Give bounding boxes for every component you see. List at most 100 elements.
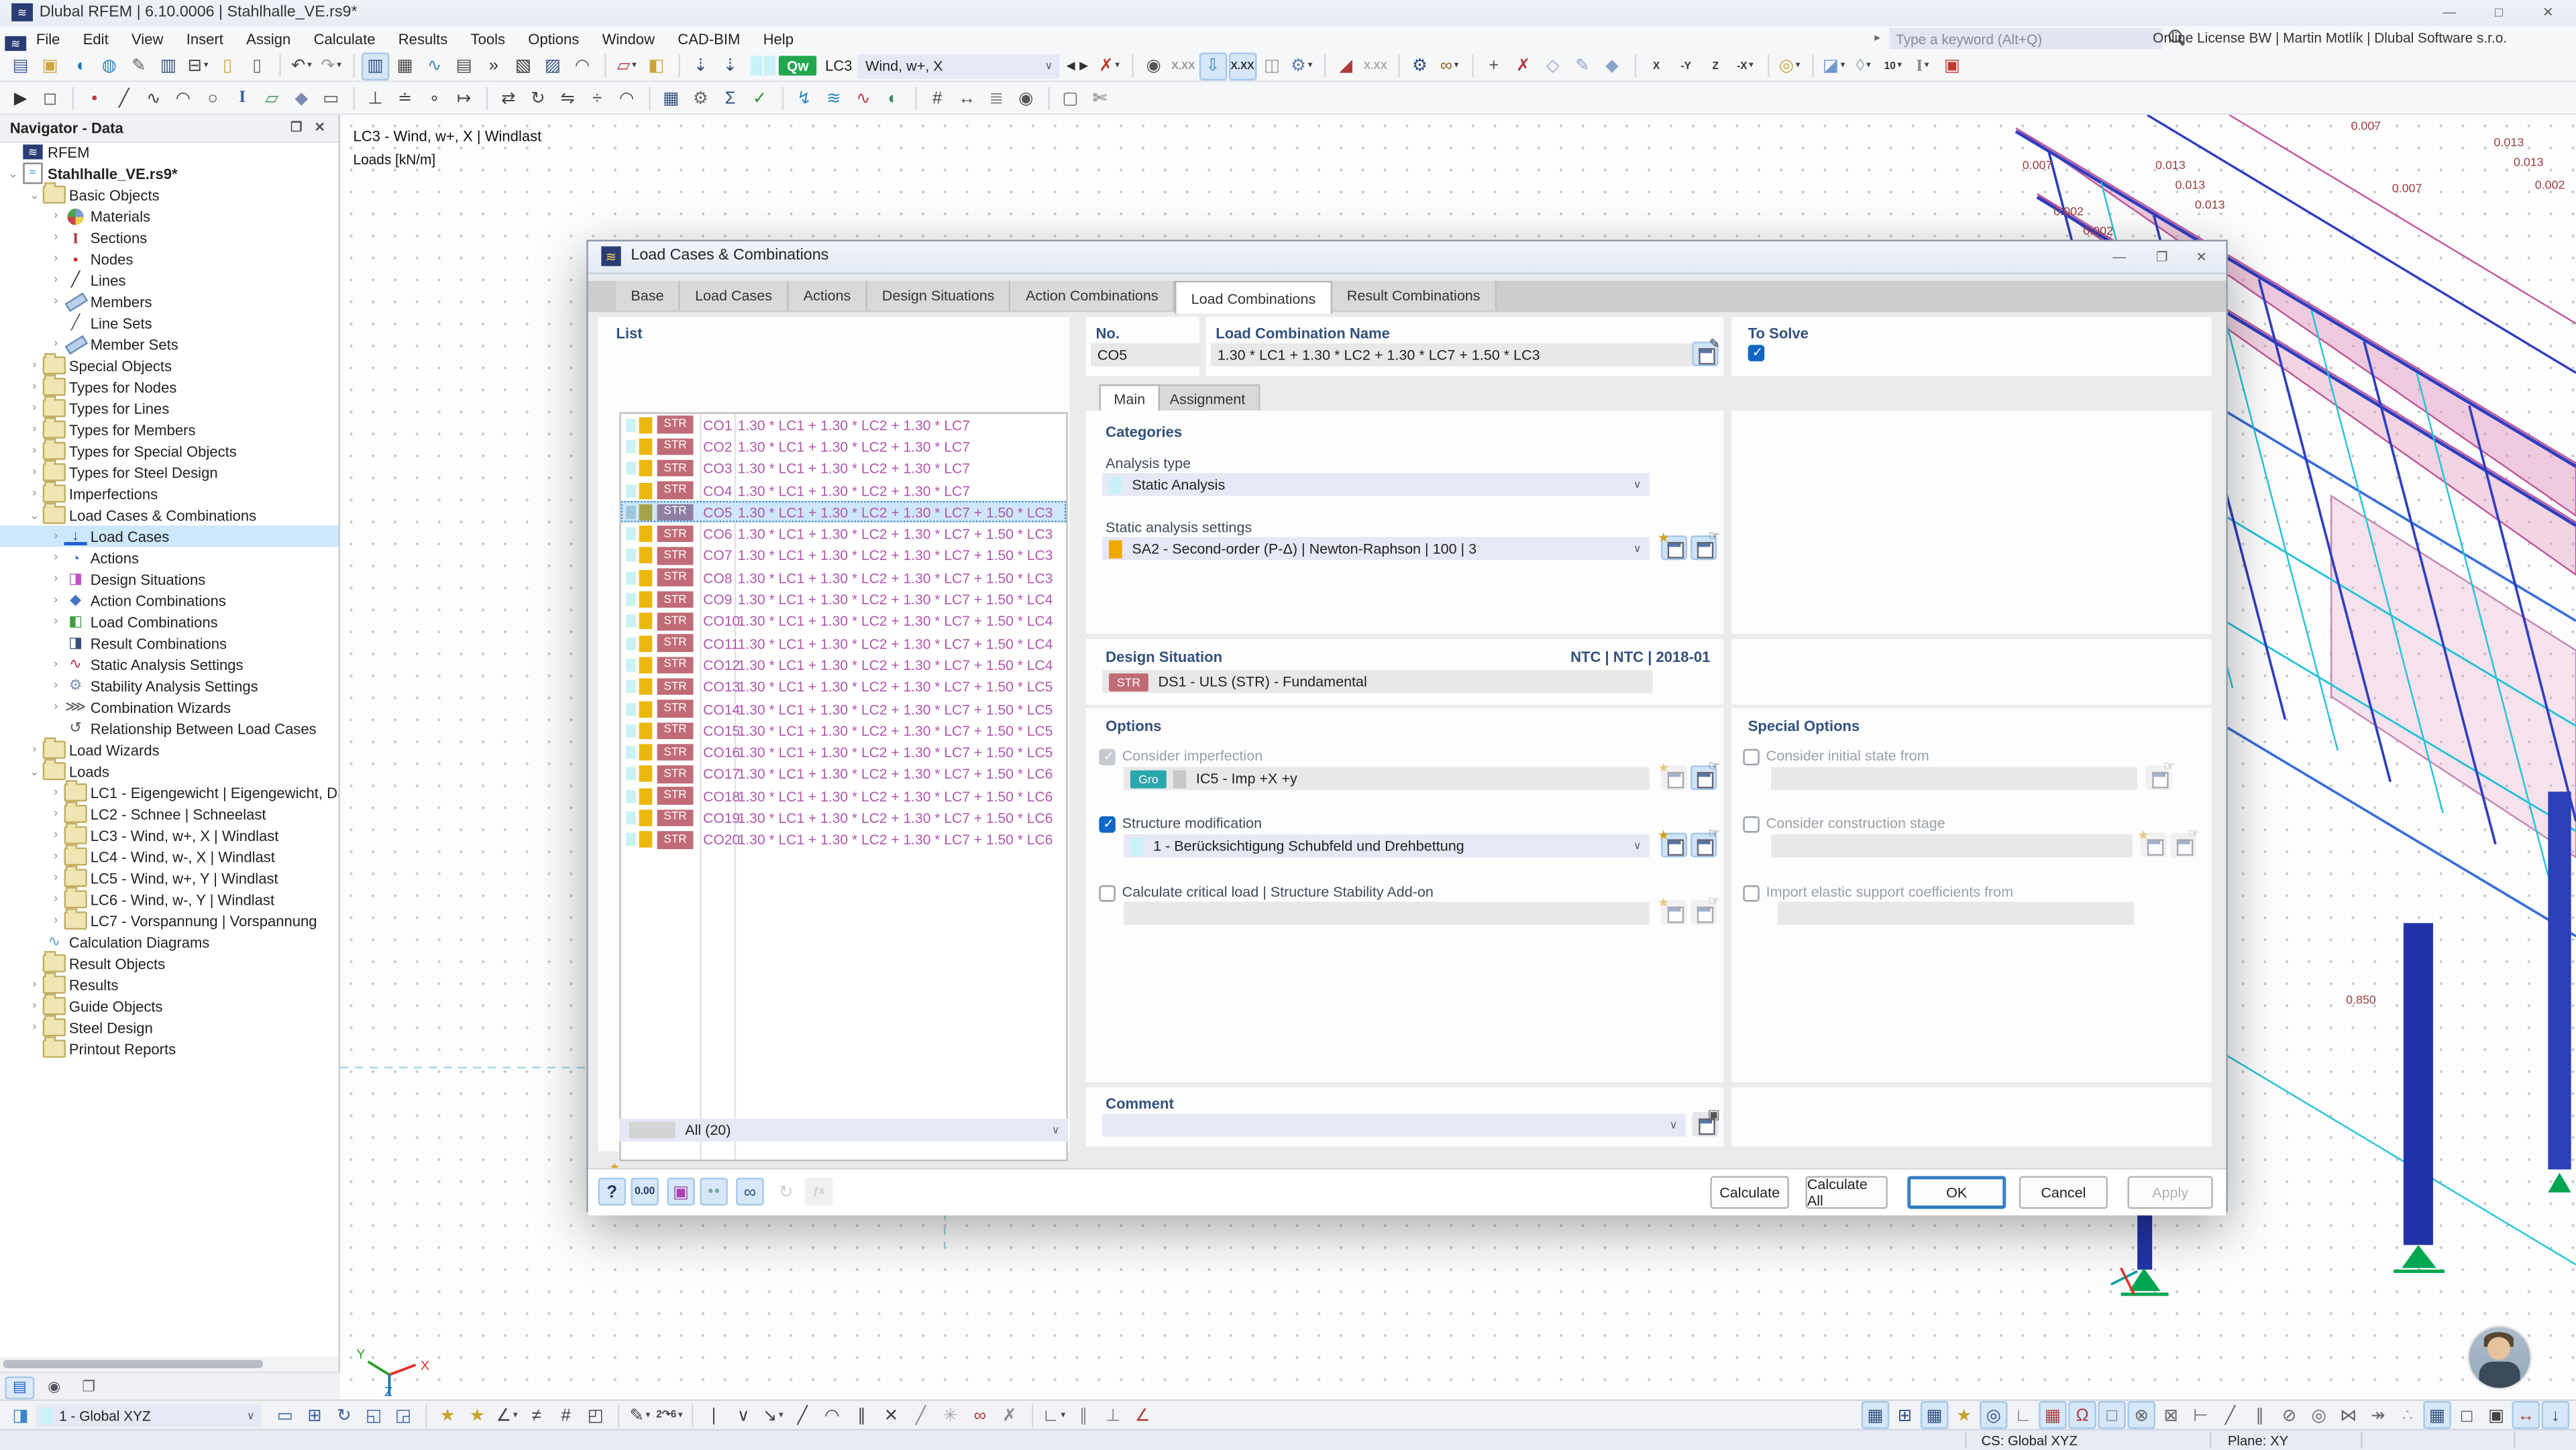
navigator-tab-data[interactable]: ▤ <box>5 1376 34 1398</box>
navigator-hscrollbar[interactable] <box>0 1357 338 1372</box>
snap-parallel-button[interactable]: ∥ <box>2246 1401 2274 1429</box>
zoom-tool-button[interactable]: ◎▾ <box>1776 52 1804 80</box>
expand-arrow-icon[interactable]: › <box>48 253 64 264</box>
expand-arrow-icon[interactable]: › <box>26 402 42 414</box>
list-filter-dropdown[interactable]: All (20) ∨ <box>619 1119 1068 1141</box>
view-z-button[interactable]: Z <box>1702 52 1730 80</box>
tree-item-load-cases-combinations[interactable]: ⌄Load Cases & Combinations <box>0 504 338 526</box>
member-eccentricity-button[interactable]: ↦ <box>450 84 478 112</box>
measure-horizontal-button[interactable]: ↔ <box>2512 1401 2540 1429</box>
layers-button[interactable]: ▣ <box>2482 1401 2510 1429</box>
snap-nearest-off-button[interactable]: ⊗ <box>2127 1401 2155 1429</box>
print-button[interactable]: ⊟▾ <box>184 52 212 80</box>
view-neg-x-button[interactable]: -X▾ <box>1731 52 1760 80</box>
extend-line-button[interactable]: ╱ <box>907 1401 935 1429</box>
show-loads-button[interactable]: ◉ <box>1140 52 1168 80</box>
expand-arrow-icon[interactable]: › <box>26 488 42 499</box>
expand-arrow-icon[interactable]: ⌄ <box>26 188 42 201</box>
section-beam-button[interactable]: I▾ <box>1909 52 1937 80</box>
tosolve-checkbox[interactable] <box>1748 345 1764 361</box>
render-small-button[interactable]: ◨ <box>7 1401 35 1429</box>
tree-item-stahlhalle-ve-rs9[interactable]: ⌄≈Stahlhalle_VE.rs9* <box>0 162 338 184</box>
direct-input-button[interactable]: ✎▾ <box>626 1401 654 1429</box>
dialog-tab-base[interactable]: Base <box>616 281 680 311</box>
load-case-prev-next[interactable]: ◀▶ <box>1064 59 1090 72</box>
polyline-tool-button[interactable]: ╱ <box>789 1401 817 1429</box>
trim-lines-button[interactable]: ✗ <box>996 1401 1024 1429</box>
grid-select-box-button[interactable]: ◻ <box>2453 1401 2481 1429</box>
deformations-button[interactable]: ∿ <box>849 84 877 112</box>
comment-dropdown[interactable]: ∨ <box>1102 1113 1685 1136</box>
guideline-offset-button[interactable]: ≠ <box>523 1401 551 1429</box>
combo-row-co2[interactable]: STRCO21.30 * LC1 + 1.30 * LC2 + 1.30 * L… <box>621 436 1067 458</box>
ortho-corner-button[interactable]: ∟ <box>2009 1401 2037 1429</box>
dialog-title-bar[interactable]: ≋ Load Cases & Combinations — ❐ ✕ <box>588 241 2226 274</box>
menu-help[interactable]: Help <box>751 30 805 46</box>
tree-item-types-for-nodes[interactable]: ›Types for Nodes <box>0 376 338 398</box>
tree-item-result-objects[interactable]: Result Objects <box>0 952 338 974</box>
open-model-button[interactable]: ▣ <box>36 52 64 80</box>
tree-item-lc1-eigengewicht-eigengewicht-dach-u[interactable]: ›LC1 - Eigengewicht | Eigengewicht, Dach… <box>0 782 338 803</box>
table-results-button[interactable]: ▨ <box>539 52 567 80</box>
show-load-values-button[interactable]: X.XX <box>1228 52 1256 80</box>
dlubal-cloud-button[interactable]: ◍ <box>95 52 123 80</box>
toolbar-overflow-chevron[interactable]: ▸ <box>1874 32 1880 45</box>
tree-item-types-for-special-objects[interactable]: ›Types for Special Objects <box>0 440 338 461</box>
expand-arrow-icon[interactable]: › <box>26 467 42 478</box>
combo-row-co3[interactable]: STRCO31.30 * LC1 + 1.30 * LC2 + 1.30 * L… <box>621 457 1067 480</box>
check-model-button[interactable]: ✓ <box>746 84 774 112</box>
coordinate-system-dropdown[interactable]: 1 - Global XYZ ∨ <box>36 1404 262 1427</box>
navigator-tab-display[interactable]: ◉ <box>40 1376 69 1398</box>
tree-item-load-wizards[interactable]: ›Load Wizards <box>0 739 338 761</box>
color-scale-button[interactable]: ∞▾ <box>1436 52 1464 80</box>
next-case-arrow[interactable]: ▶ <box>1077 59 1091 72</box>
numbering-button[interactable]: # <box>923 84 951 112</box>
menu-insert[interactable]: Insert <box>175 30 235 46</box>
undo-button[interactable]: ↶▾ <box>288 52 316 80</box>
select-special-button[interactable]: ★ <box>1950 1401 1978 1429</box>
expand-arrow-icon[interactable]: › <box>48 702 64 713</box>
menu-window[interactable]: Window <box>590 30 666 46</box>
combo-row-co8[interactable]: STRCO81.30 * LC1 + 1.30 * LC2 + 1.30 * L… <box>621 567 1067 589</box>
connect-c-button[interactable]: ◖ <box>66 52 94 80</box>
render-mode-button[interactable]: ◪▾ <box>1820 52 1848 80</box>
dialog-tab-actions[interactable]: Actions <box>789 281 867 311</box>
tree-item-combination-wizards[interactable]: ›⋙Combination Wizards <box>0 696 338 718</box>
expand-arrow-icon[interactable]: › <box>48 338 64 349</box>
new-solid-button[interactable]: ◆ <box>288 84 316 112</box>
user-views-button[interactable]: ▢ <box>1057 84 1085 112</box>
panel-settings-button[interactable]: ⚙ <box>1406 52 1434 80</box>
snap-magnet-button[interactable]: Ω <box>2068 1401 2096 1429</box>
expand-arrow-icon[interactable]: › <box>48 573 64 585</box>
tree-item-lc7-vorspannung-vorspannung[interactable]: ›LC7 - Vorspannung | Vorspannung <box>0 910 338 932</box>
expand-arrow-icon[interactable]: › <box>48 274 64 286</box>
tree-item-relationship-between-load-cases[interactable]: ↺Relationship Between Load Cases <box>0 718 338 739</box>
minimize-button[interactable]: — <box>2431 0 2467 25</box>
dialog-tab-load-combinations[interactable]: Load Combinations <box>1175 281 1332 314</box>
navigator-close-icon[interactable]: ✕ <box>314 120 325 135</box>
expand-arrow-icon[interactable]: › <box>48 552 64 563</box>
menu-file[interactable]: File <box>25 30 72 46</box>
tree-item-lc5-wind-w-y-windlast[interactable]: ›LC5 - Wind, w+, Y | Windlast <box>0 867 338 889</box>
structure-modification-dropdown[interactable]: 1 - Berücksichtigung Schubfeld und Drehb… <box>1124 834 1650 857</box>
tree-item-lc6-wind-w-y-windlast[interactable]: ›LC6 - Wind, w-, Y | Windlast <box>0 889 338 910</box>
tree-item-member-sets[interactable]: ›Member Sets <box>0 333 338 355</box>
edit-model-data-button[interactable]: ✎ <box>125 52 153 80</box>
save-button[interactable]: ▥ <box>154 52 182 80</box>
tree-item-lc4-wind-w-x-windlast[interactable]: ›LC4 - Wind, w-, X | Windlast <box>0 846 338 867</box>
structure-modification-checkbox[interactable] <box>1099 816 1115 832</box>
menu-assign[interactable]: Assign <box>235 30 302 46</box>
expand-arrow-icon[interactable]: › <box>48 531 64 542</box>
snap-ellipse-button[interactable]: ◎ <box>2305 1401 2333 1429</box>
scrollbar-thumb[interactable] <box>3 1360 263 1368</box>
tree-item-design-situations[interactable]: ›◨Design Situations <box>0 568 338 590</box>
expand-arrow-icon[interactable]: ⌄ <box>26 508 42 522</box>
combo-row-co13[interactable]: STRCO131.30 * LC1 + 1.30 * LC2 + 1.30 * … <box>621 676 1067 698</box>
tree-item-action-combinations[interactable]: ›◆Action Combinations <box>0 590 338 611</box>
combo-row-co20[interactable]: STRCO201.30 * LC1 + 1.30 * LC2 + 1.30 * … <box>621 829 1067 851</box>
snap-node-off-button[interactable]: ✳ <box>936 1401 965 1429</box>
expand-arrow-icon[interactable]: › <box>26 1021 42 1033</box>
result-display-button[interactable]: ◢ <box>1332 52 1360 80</box>
measure-vertical-button[interactable]: ↓ <box>2542 1401 2570 1429</box>
load-distribution-button[interactable]: ⇣ <box>716 52 745 80</box>
